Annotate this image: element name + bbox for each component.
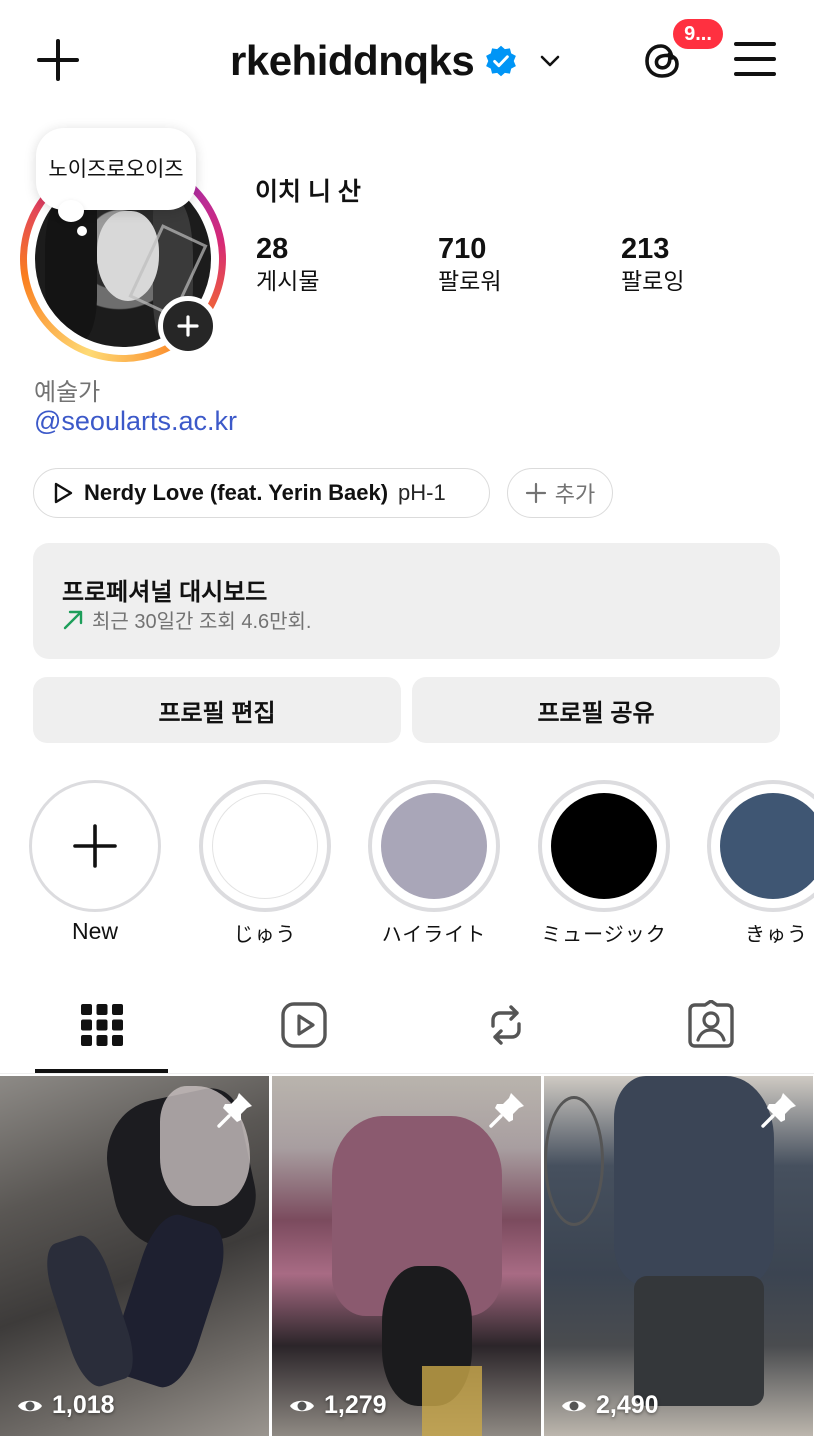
dashboard-title: 프로페셔널 대시보드 xyxy=(62,579,268,606)
pinned-icon xyxy=(217,1093,252,1128)
stat-following[interactable]: 213 팔로잉 xyxy=(621,232,684,296)
trend-up-arrow-icon xyxy=(63,610,83,629)
plus-icon xyxy=(525,482,546,504)
highlight-label: じゅう xyxy=(233,924,297,946)
stat-label: 팔로잉 xyxy=(621,268,685,294)
eye-icon xyxy=(290,1400,314,1411)
note-tail-small xyxy=(77,226,87,236)
reels-icon[interactable] xyxy=(279,1000,329,1050)
notification-badge: 9... xyxy=(670,16,726,52)
highlight-item[interactable]: じゅう xyxy=(199,780,331,947)
play-icon xyxy=(54,482,73,504)
highlight-new[interactable]: New xyxy=(29,780,161,945)
post-thumbnail[interactable]: 1,279 xyxy=(272,1076,541,1436)
grid-icon[interactable] xyxy=(77,1000,127,1050)
add-story-button[interactable] xyxy=(158,296,218,356)
edit-profile-button[interactable]: 프로필 편집 xyxy=(33,677,401,743)
highlight-item[interactable]: ミュージック xyxy=(538,780,670,947)
display-name: 이치 니 산 xyxy=(255,178,361,206)
eye-icon xyxy=(562,1400,586,1411)
stat-label: 팔로워 xyxy=(438,268,502,294)
highlight-label: ミュージック xyxy=(541,924,667,946)
pinned-icon xyxy=(761,1093,796,1128)
top-bar: rkehiddnqks 9... xyxy=(0,0,814,120)
music-artist: pH-1 xyxy=(398,480,446,505)
highlight-cover xyxy=(720,793,814,899)
account-switcher[interactable]: rkehiddnqks xyxy=(230,34,562,88)
post-views: 1,018 xyxy=(52,1391,115,1419)
share-profile-button[interactable]: 프로필 공유 xyxy=(412,677,780,743)
note-bubble[interactable]: 노이즈로오이즈 xyxy=(36,128,196,210)
stat-label: 게시물 xyxy=(256,268,320,294)
highlight-item[interactable]: きゅう xyxy=(707,780,814,947)
music-chip[interactable]: Nerdy Love (feat. Yerin Baek) pH-1 xyxy=(33,468,490,518)
dashboard-subtitle: 최근 30일간 조회 4.6만회. xyxy=(92,611,312,633)
stat-value: 213 xyxy=(621,233,670,265)
note-tail xyxy=(58,200,84,222)
category-label: 예술가 xyxy=(34,379,101,406)
highlight-label: きゅう xyxy=(745,924,808,946)
reposts-icon[interactable] xyxy=(481,1000,531,1050)
menu-hamburger-icon[interactable] xyxy=(734,40,776,78)
post-views: 1,279 xyxy=(324,1391,387,1419)
add-chip-button[interactable]: 추가 xyxy=(507,468,613,518)
highlight-cover xyxy=(212,793,318,899)
post-thumbnail[interactable]: 2,490 xyxy=(544,1076,813,1436)
professional-dashboard[interactable]: 프로페셔널 대시보드 최근 30일간 조회 4.6만회. xyxy=(33,543,780,659)
pinned-icon xyxy=(489,1093,524,1128)
tabs-divider xyxy=(0,1073,814,1074)
profile-link[interactable]: @seoularts.ac.kr xyxy=(34,406,237,437)
tagged-icon[interactable] xyxy=(686,1000,736,1050)
post-views: 2,490 xyxy=(596,1391,659,1419)
username: rkehiddnqks xyxy=(230,37,475,84)
highlight-cover xyxy=(551,793,657,899)
eye-icon xyxy=(18,1400,42,1411)
add-chip-label: 추가 xyxy=(554,482,596,507)
stat-posts[interactable]: 28 게시물 xyxy=(256,232,319,296)
create-plus-icon[interactable] xyxy=(36,38,80,82)
highlight-label: ハイライト xyxy=(381,924,487,946)
chevron-down-icon xyxy=(540,55,560,67)
highlight-label: New xyxy=(71,918,118,944)
stat-followers[interactable]: 710 팔로워 xyxy=(438,232,501,296)
plus-icon xyxy=(177,315,199,337)
highlight-cover xyxy=(381,793,487,899)
stat-value: 28 xyxy=(256,233,289,265)
note-text: 노이즈로오이즈 xyxy=(48,157,184,181)
verified-badge-icon xyxy=(486,45,517,77)
stat-value: 710 xyxy=(438,233,487,265)
music-title: Nerdy Love (feat. Yerin Baek) xyxy=(84,480,389,505)
highlight-item[interactable]: ハイライト xyxy=(368,780,500,947)
plus-icon xyxy=(73,824,117,868)
post-thumbnail[interactable]: 1,018 xyxy=(0,1076,269,1436)
